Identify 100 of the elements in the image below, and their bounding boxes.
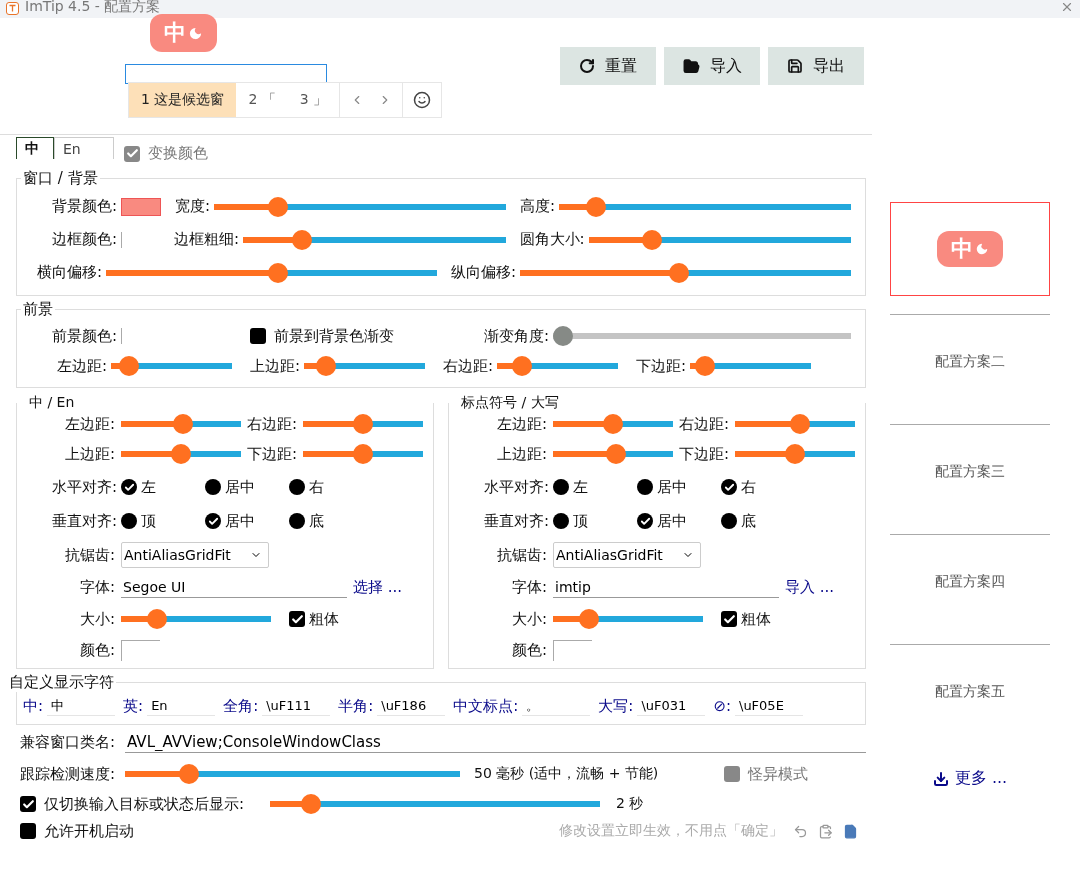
download-icon <box>932 770 949 787</box>
slider[interactable] <box>303 414 423 434</box>
slider[interactable] <box>121 444 241 464</box>
option-label: 居中 <box>225 477 255 497</box>
slider-thumb[interactable] <box>641 229 662 250</box>
char-field[interactable]: 中 <box>47 696 116 716</box>
radio-button[interactable] <box>121 513 137 529</box>
radio-button[interactable] <box>553 513 569 529</box>
checkbox[interactable] <box>250 328 266 344</box>
slider-thumb[interactable] <box>172 414 193 434</box>
slider[interactable] <box>270 794 601 814</box>
slider[interactable] <box>553 326 851 346</box>
dropdown[interactable]: AntiAliasGridFit <box>553 542 701 568</box>
slider-thumb[interactable] <box>695 356 716 376</box>
tab[interactable]: 中 <box>16 137 54 159</box>
slider[interactable] <box>106 262 437 283</box>
field-label: 纵向偏移: <box>451 263 517 282</box>
field-label: ⊘: <box>713 697 731 715</box>
checkbox-label: 粗体 <box>309 609 339 629</box>
slider[interactable] <box>243 229 506 250</box>
checkbox[interactable] <box>289 611 305 627</box>
slider[interactable] <box>121 414 241 434</box>
slider[interactable] <box>553 609 703 629</box>
option-label: 顶 <box>573 511 588 531</box>
field-label: 跟踪检测速度: <box>20 764 116 784</box>
slider-thumb[interactable] <box>291 229 312 250</box>
field-label: 字体: <box>510 577 547 597</box>
slider-thumb[interactable] <box>353 414 373 434</box>
radio-button[interactable] <box>721 479 737 495</box>
slider[interactable] <box>125 764 461 784</box>
radio-button[interactable] <box>721 513 737 529</box>
slider-thumb[interactable] <box>603 414 623 434</box>
field-label: 下边距: <box>678 444 730 464</box>
radio-button[interactable] <box>205 479 221 495</box>
paste-icon[interactable] <box>818 823 833 839</box>
slider[interactable] <box>304 356 425 376</box>
field-label: 边框颜色: <box>50 230 117 249</box>
slider-thumb[interactable] <box>605 444 626 464</box>
slider-thumb[interactable] <box>171 444 191 464</box>
more-link[interactable]: 更多 ... <box>890 768 1050 789</box>
slider-thumb[interactable] <box>119 356 140 376</box>
radio-button[interactable] <box>553 479 569 495</box>
undo-icon[interactable] <box>793 823 808 839</box>
slider-thumb[interactable] <box>353 444 373 464</box>
toolbar-button[interactable]: 导出 <box>768 47 864 85</box>
slider-thumb[interactable] <box>178 764 199 784</box>
checkbox[interactable] <box>721 611 737 627</box>
radio-button[interactable] <box>121 479 137 495</box>
smiley-icon[interactable] <box>413 91 432 109</box>
test-input-field[interactable] <box>125 64 327 84</box>
slider[interactable] <box>111 356 232 376</box>
checkbox[interactable] <box>20 796 36 812</box>
field-label: 中文标点: <box>453 696 519 716</box>
slider-thumb[interactable] <box>669 262 690 283</box>
file-icon[interactable] <box>843 823 858 839</box>
slider[interactable] <box>214 196 506 217</box>
checkbox[interactable] <box>20 823 36 839</box>
slider-thumb[interactable] <box>579 609 599 629</box>
slider-thumb[interactable] <box>512 356 533 376</box>
slider[interactable] <box>121 609 271 629</box>
option-label: 居中 <box>657 477 687 497</box>
slider[interactable] <box>497 356 618 376</box>
choose-link[interactable]: 导入 ... <box>785 577 835 597</box>
slider-thumb[interactable] <box>301 794 322 814</box>
slider[interactable] <box>559 196 851 217</box>
slider[interactable] <box>520 262 851 283</box>
slider-thumb[interactable] <box>147 609 167 629</box>
radio-button[interactable] <box>289 513 305 529</box>
color-swatch[interactable] <box>121 197 161 216</box>
radio-button[interactable] <box>637 479 653 495</box>
radio-button[interactable] <box>289 479 305 495</box>
close-button[interactable] <box>1060 0 1074 14</box>
slider[interactable] <box>735 444 855 464</box>
candidate-item[interactable]: 1 这是候选窗 <box>129 83 237 117</box>
panel-title: 标点符号 / 大写 <box>460 394 560 412</box>
field-label: 边框粗细: <box>174 230 240 249</box>
radio-button[interactable] <box>205 513 221 529</box>
slider[interactable] <box>735 414 855 434</box>
slider-thumb[interactable] <box>267 262 288 283</box>
field-label: 大小: <box>78 609 115 629</box>
field-label: 中: <box>23 696 44 716</box>
slider-thumb[interactable] <box>316 356 337 376</box>
toolbar-button[interactable]: 导入 <box>664 47 760 85</box>
field-label: 左边距: <box>57 356 108 376</box>
slider-thumb[interactable] <box>586 196 607 217</box>
slider[interactable] <box>553 414 673 434</box>
slider-thumb[interactable] <box>268 196 289 217</box>
slider[interactable] <box>588 229 851 250</box>
tab[interactable]: En <box>54 137 114 159</box>
radio-button[interactable] <box>637 513 653 529</box>
option-label: 底 <box>741 511 756 531</box>
choose-link[interactable]: 选择 ... <box>353 577 403 597</box>
slider[interactable] <box>553 444 673 464</box>
status-badge: 中 <box>150 14 217 52</box>
slider-thumb[interactable] <box>790 414 810 434</box>
toolbar-button[interactable]: 重置 <box>560 47 656 85</box>
dropdown[interactable]: AntiAliasGridFit <box>121 542 269 568</box>
slider[interactable] <box>690 356 811 376</box>
slider[interactable] <box>303 444 423 464</box>
slider-thumb[interactable] <box>785 444 805 464</box>
